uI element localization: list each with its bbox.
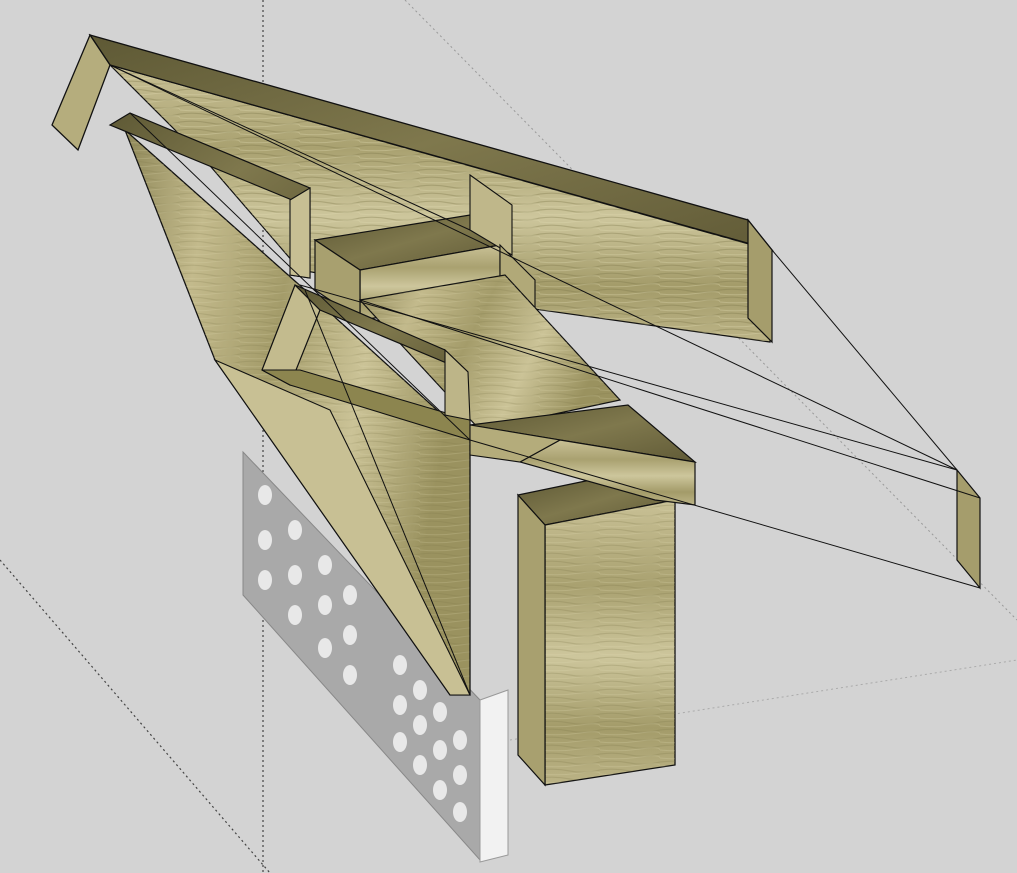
end-plate-face [956,468,981,590]
block-end-face [479,689,509,863]
front-post[interactable] [516,477,676,787]
post-grain [545,500,675,785]
scene-canvas[interactable] [0,0,1017,873]
model-viewport[interactable] [0,0,1017,873]
top-beam-end-face [51,33,111,152]
far-end-plate[interactable] [956,468,981,590]
red-axis-line [0,559,271,873]
post-side [517,493,546,787]
upper-frame-post [289,187,311,279]
